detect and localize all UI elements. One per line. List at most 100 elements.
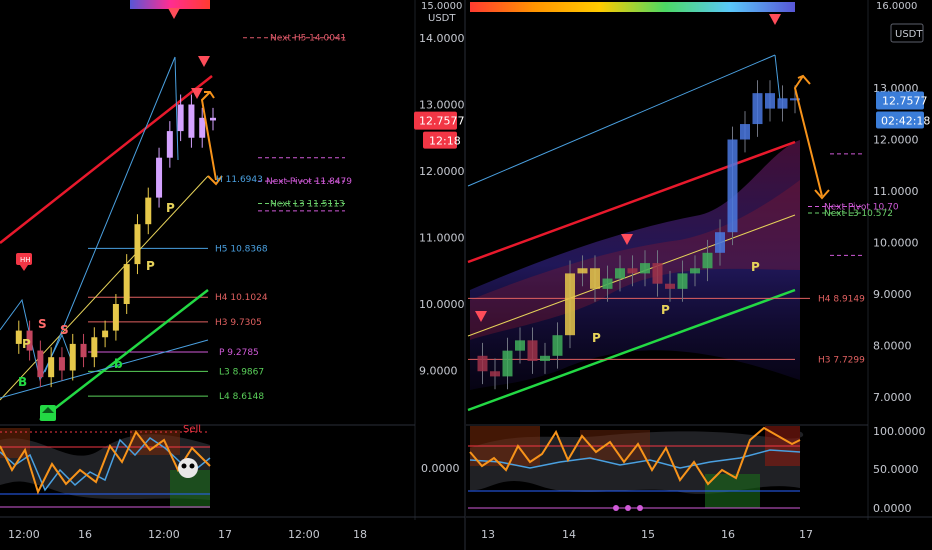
signal-letter: P [592, 331, 601, 345]
signal-letter: P [751, 260, 760, 274]
candle-body [15, 330, 22, 344]
pivot-level-label: Next L3 10.572 [824, 209, 893, 219]
candle-body [58, 357, 65, 371]
candle-body [145, 197, 152, 225]
price-tick: 10.0000 [873, 237, 919, 250]
candle-body [69, 343, 76, 371]
time-tick: 12:00 [148, 528, 180, 541]
currency-label[interactable]: USDT [895, 29, 923, 40]
candle-body [627, 268, 638, 274]
candle-body [540, 355, 550, 361]
candle-body [740, 124, 750, 140]
signal-letter: b [114, 357, 123, 371]
time-tick: 13 [481, 528, 495, 541]
candle-body [515, 340, 525, 351]
skull-eye [181, 463, 187, 469]
signal-letter: B [18, 375, 27, 389]
pivot-level-label: L4 8.6148 [219, 392, 264, 402]
skull-eye [189, 463, 195, 469]
price-tick: 11.0000 [873, 185, 919, 198]
current-price-label: 12.7577 [419, 115, 465, 128]
candle-body [552, 335, 563, 356]
osc-dot [637, 505, 643, 511]
price-tick: 16.0000 [876, 1, 917, 12]
pivot-level-label: H4 8.9149 [818, 294, 865, 304]
candle-body [156, 157, 163, 198]
candle-body [602, 278, 613, 289]
candle-body [615, 268, 625, 279]
price-tick: 12.0000 [419, 165, 465, 178]
sell-signal-label: Sell [183, 424, 201, 435]
candle-body [640, 263, 650, 274]
candle-body [677, 273, 688, 289]
signal-letter: P [661, 303, 670, 317]
pivot-level-label: Next H5 14.0041 [270, 34, 346, 44]
osc-dot [613, 505, 619, 511]
signal-letter: P [146, 259, 155, 273]
pivot-level-label: P 9.2785 [219, 348, 259, 358]
left-heat-strip [130, 0, 210, 9]
time-tick: 16 [721, 528, 735, 541]
signal-letter: S [38, 317, 47, 331]
pivot-level-label: H3 9.7305 [215, 318, 262, 328]
osc-tick: 0.0000 [421, 462, 460, 475]
candle-body [752, 93, 763, 125]
countdown-label: 12:18 [429, 135, 461, 148]
candle-body [665, 283, 675, 289]
pivot-level-label: Next L3 11.5113 [270, 199, 345, 209]
chart-canvas[interactable]: 15.0000USDT14.000013.000012.000011.00001… [0, 0, 932, 550]
current-price-label: 12.7577 [882, 94, 928, 107]
price-tick: 11.0000 [419, 232, 465, 245]
pivot-level-label: H3 7.7299 [818, 355, 865, 365]
signal-letter: P [22, 337, 31, 351]
time-tick: 18 [353, 528, 367, 541]
candle-body [48, 357, 55, 378]
candle-body [112, 304, 119, 331]
price-tick: 9.0000 [873, 288, 912, 301]
time-tick: 17 [799, 528, 813, 541]
price-tick: 13.0000 [419, 99, 465, 112]
candle-body [210, 117, 216, 121]
countdown-label: 02:42:18 [881, 114, 930, 127]
candle-body [765, 93, 775, 109]
skull-icon [178, 458, 198, 478]
candle-body [590, 268, 600, 289]
candle-body [702, 252, 713, 269]
candle-body [199, 117, 206, 138]
candle-body [527, 340, 538, 361]
osc-tick: 50.0000 [873, 463, 919, 476]
candle-body [123, 264, 130, 304]
arrow-target-label: H 11.6943 [216, 175, 263, 185]
pivot-level-label: H4 10.1024 [215, 293, 268, 303]
time-tick: 17 [218, 528, 232, 541]
chart-workspace: 15.0000 USDT 14.0000 13.0000 12.0000 11.0000 1… [0, 0, 932, 550]
price-tick: 9.0000 [419, 365, 458, 378]
price-tick: 14.0000 [419, 32, 465, 45]
candle-body [715, 232, 725, 253]
signal-letter: P [166, 201, 175, 215]
candle-body [565, 273, 575, 336]
hh-label: HH [20, 256, 31, 264]
candle-body [91, 337, 98, 358]
time-tick: 12:00 [8, 528, 40, 541]
time-tick: 15 [641, 528, 655, 541]
price-tick: 15.0000 [421, 1, 462, 12]
osc-dot [625, 505, 631, 511]
candle-body [177, 104, 184, 132]
price-tick: 12.0000 [873, 134, 919, 147]
candle-body [777, 98, 788, 109]
pivot-level-label: H5 10.8368 [215, 244, 268, 254]
currency-label: USDT [428, 13, 456, 24]
candle-body [577, 268, 588, 274]
candle-body [102, 330, 109, 338]
candle-body [188, 104, 195, 138]
time-tick: 14 [562, 528, 576, 541]
candle-body [134, 224, 141, 265]
time-tick: 12:00 [288, 528, 320, 541]
price-tick: 10.0000 [419, 298, 465, 311]
osc-tick: 100.0000 [873, 425, 926, 438]
price-tick: 7.0000 [873, 391, 912, 404]
candle-body [690, 268, 700, 274]
pivot-level-label: Next Pivot 11.8479 [266, 177, 352, 187]
candle-body [727, 139, 738, 233]
